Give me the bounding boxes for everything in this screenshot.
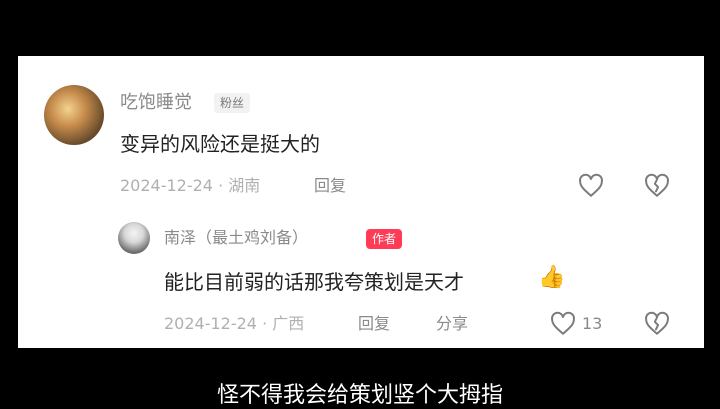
comment-card: 吃饱睡觉 粉丝 变异的风险还是挺大的 2024-12-24 · 湖南 回复 南泽…: [18, 56, 704, 348]
reply-meta: 2024-12-24 · 广西: [164, 314, 305, 333]
video-caption: 怪不得我会给策划竖个大拇指: [216, 383, 503, 408]
comment-text: 变异的风险还是挺大的: [120, 132, 320, 156]
broken-heart-icon[interactable]: [644, 311, 670, 337]
avatar[interactable]: [44, 85, 104, 145]
reply-username[interactable]: 南泽（最土鸡刘备）: [164, 228, 308, 248]
share-button[interactable]: 分享: [436, 314, 468, 334]
reply-reply-button[interactable]: 回复: [358, 314, 390, 334]
heart-outline-icon[interactable]: [578, 173, 604, 199]
comment-username[interactable]: 吃饱睡觉: [120, 92, 192, 114]
author-badge: 作者: [366, 229, 403, 249]
heart-outline-icon[interactable]: [550, 311, 576, 337]
thumbs-up-icon: 👍: [538, 265, 566, 290]
like-count: 13: [582, 314, 603, 333]
reply-button[interactable]: 回复: [314, 176, 346, 196]
reply-avatar[interactable]: [118, 222, 150, 254]
comment-meta: 2024-12-24 · 湖南: [120, 176, 261, 195]
fan-badge: 粉丝: [214, 93, 251, 113]
broken-heart-icon[interactable]: [644, 173, 670, 199]
reply-text: 能比目前弱的话那我夸策划是天才: [164, 270, 464, 294]
